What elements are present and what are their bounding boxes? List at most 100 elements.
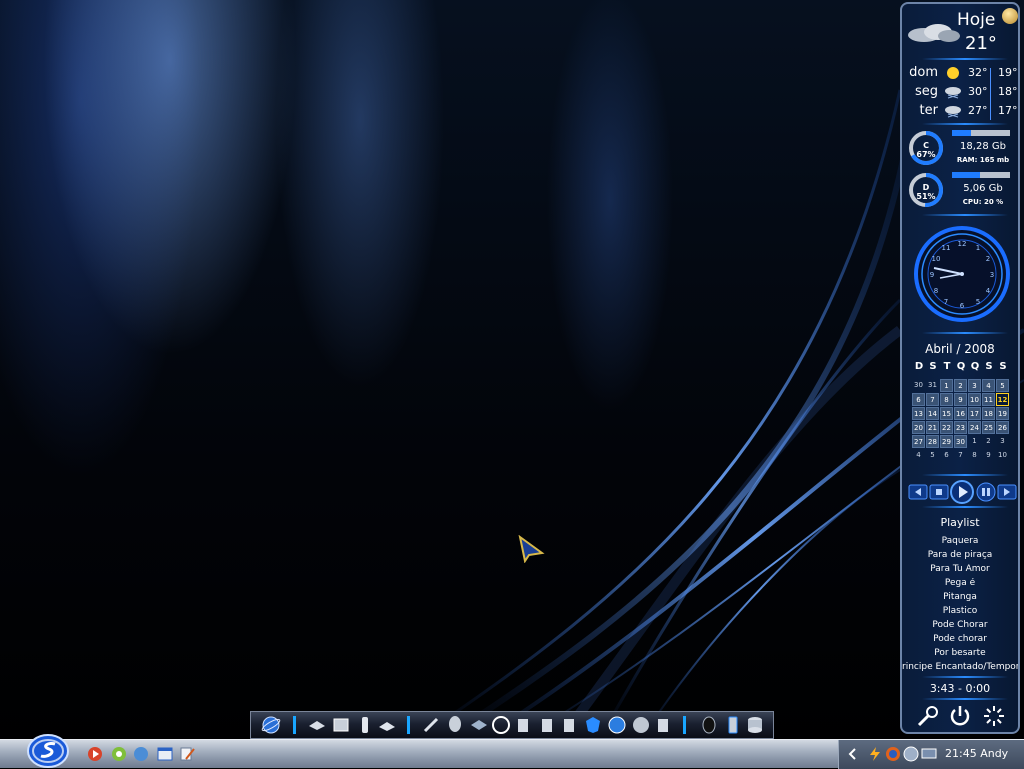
calendar-day[interactable]: 2	[982, 435, 995, 448]
calendar-day[interactable]: 1	[940, 379, 953, 392]
wrench-icon[interactable]	[916, 704, 940, 728]
playlist-item[interactable]: Por besarte	[902, 648, 1018, 658]
usb-icon[interactable]	[355, 715, 375, 735]
drive-icon[interactable]	[331, 715, 351, 735]
calendar-day[interactable]: 5	[926, 449, 939, 462]
playlist-item[interactable]: Pitanga	[902, 592, 1018, 602]
calendar-day[interactable]: 7	[926, 393, 939, 406]
calendar-day[interactable]: 24	[968, 421, 981, 434]
calendar-day[interactable]: 9	[954, 393, 967, 406]
display-icon[interactable]	[921, 746, 937, 762]
network-icon[interactable]	[469, 715, 489, 735]
refresh-icon[interactable]	[110, 745, 128, 763]
drive-c-bar	[952, 130, 1010, 136]
calendar-day[interactable]: 28	[926, 435, 939, 448]
pause-icon[interactable]	[976, 482, 996, 502]
phone-icon[interactable]	[723, 715, 743, 735]
mouse-icon[interactable]	[699, 715, 719, 735]
playlist-item[interactable]: Paquera	[902, 536, 1018, 546]
svg-text:12: 12	[958, 240, 967, 248]
shield-icon[interactable]	[583, 715, 603, 735]
calendar-day[interactable]: 19	[996, 407, 1009, 420]
calendar-day[interactable]: 21	[926, 421, 939, 434]
calendar-day[interactable]: 3	[968, 379, 981, 392]
calendar-day[interactable]: 30	[954, 435, 967, 448]
info-bubble-icon[interactable]	[1002, 8, 1018, 24]
user-icon[interactable]	[631, 715, 651, 735]
calendar-day[interactable]: 8	[940, 393, 953, 406]
playlist-item[interactable]: Para de piraça	[902, 550, 1018, 560]
loading-icon[interactable]	[982, 704, 1006, 728]
calendar-day[interactable]: 27	[912, 435, 925, 448]
ie-icon[interactable]	[607, 715, 627, 735]
recycle-icon[interactable]	[653, 715, 673, 735]
moon-icon[interactable]	[491, 715, 511, 735]
recycle-icon[interactable]	[559, 715, 579, 735]
prev-icon[interactable]	[908, 482, 928, 502]
calendar-day[interactable]: 6	[912, 393, 925, 406]
calendar-day[interactable]: 2	[954, 379, 967, 392]
mail-icon[interactable]	[377, 715, 397, 735]
calendar-day[interactable]: 22	[940, 421, 953, 434]
calendar-day[interactable]: 18	[982, 407, 995, 420]
calendar-day[interactable]: 15	[940, 407, 953, 420]
next-icon[interactable]	[997, 482, 1017, 502]
calendar-day[interactable]: 3	[996, 435, 1009, 448]
globe-icon[interactable]	[261, 715, 281, 735]
calendar-day[interactable]: 29	[940, 435, 953, 448]
recycle-icon[interactable]	[537, 715, 557, 735]
calendar-day[interactable]: 14	[926, 407, 939, 420]
separator	[922, 698, 1008, 700]
calendar-day[interactable]: 10	[996, 449, 1009, 462]
calendar-day[interactable]: 11	[982, 393, 995, 406]
playlist-item[interactable]: Para Tu Amor	[902, 564, 1018, 574]
folder-icon[interactable]	[307, 715, 327, 735]
calendar-today[interactable]: 12	[996, 393, 1009, 406]
edit-icon[interactable]	[178, 745, 196, 763]
calendar-day[interactable]: 17	[968, 407, 981, 420]
playlist-item[interactable]: rincipe Encantado/Tempor	[902, 662, 1018, 672]
calendar-day[interactable]: 25	[982, 421, 995, 434]
drive-letter: D	[922, 183, 930, 192]
taskbar-clock[interactable]: 21:45 Andy	[945, 747, 1008, 760]
calendar-day[interactable]: 7	[954, 449, 967, 462]
chevron-left-icon[interactable]	[845, 746, 861, 762]
tools-icon[interactable]	[421, 715, 441, 735]
calendar-day[interactable]: 5	[996, 379, 1009, 392]
calendar-day[interactable]: 10	[968, 393, 981, 406]
calendar-day[interactable]: 8	[968, 449, 981, 462]
calendar-day[interactable]: 31	[926, 379, 939, 392]
start-button[interactable]	[27, 734, 69, 768]
play-icon[interactable]	[950, 480, 974, 504]
calendar-day[interactable]: 13	[912, 407, 925, 420]
alien-icon[interactable]	[445, 715, 465, 735]
dock-separator	[407, 716, 410, 734]
svg-text:1: 1	[976, 244, 980, 252]
calendar-day[interactable]: 4	[912, 449, 925, 462]
playlist-item[interactable]: Pega é	[902, 578, 1018, 588]
recycle-icon[interactable]	[513, 715, 533, 735]
playlist-item[interactable]: Pode Chorar	[902, 620, 1018, 630]
globe-icon[interactable]	[903, 746, 919, 762]
calendar-day[interactable]: 30	[912, 379, 925, 392]
window-icon[interactable]	[156, 745, 174, 763]
power-icon[interactable]	[948, 704, 972, 728]
calendar-day[interactable]: 20	[912, 421, 925, 434]
calendar-day[interactable]: 4	[982, 379, 995, 392]
media-player-icon[interactable]	[86, 745, 104, 763]
calendar-header: S	[929, 361, 937, 372]
calendar-day[interactable]: 9	[982, 449, 995, 462]
flash-icon[interactable]	[867, 746, 883, 762]
playlist-item[interactable]: Plastico	[902, 606, 1018, 616]
drive-c-size: 18,28 Gb	[960, 141, 1006, 152]
calendar-day[interactable]: 16	[954, 407, 967, 420]
stop-icon[interactable]	[929, 482, 949, 502]
calendar-day[interactable]: 23	[954, 421, 967, 434]
firefox-icon[interactable]	[885, 746, 901, 762]
calendar-day[interactable]: 1	[968, 435, 981, 448]
calendar-day[interactable]: 6	[940, 449, 953, 462]
playlist-item[interactable]: Pode chorar	[902, 634, 1018, 644]
database-icon[interactable]	[745, 715, 765, 735]
network-icon[interactable]	[132, 745, 150, 763]
calendar-day[interactable]: 26	[996, 421, 1009, 434]
